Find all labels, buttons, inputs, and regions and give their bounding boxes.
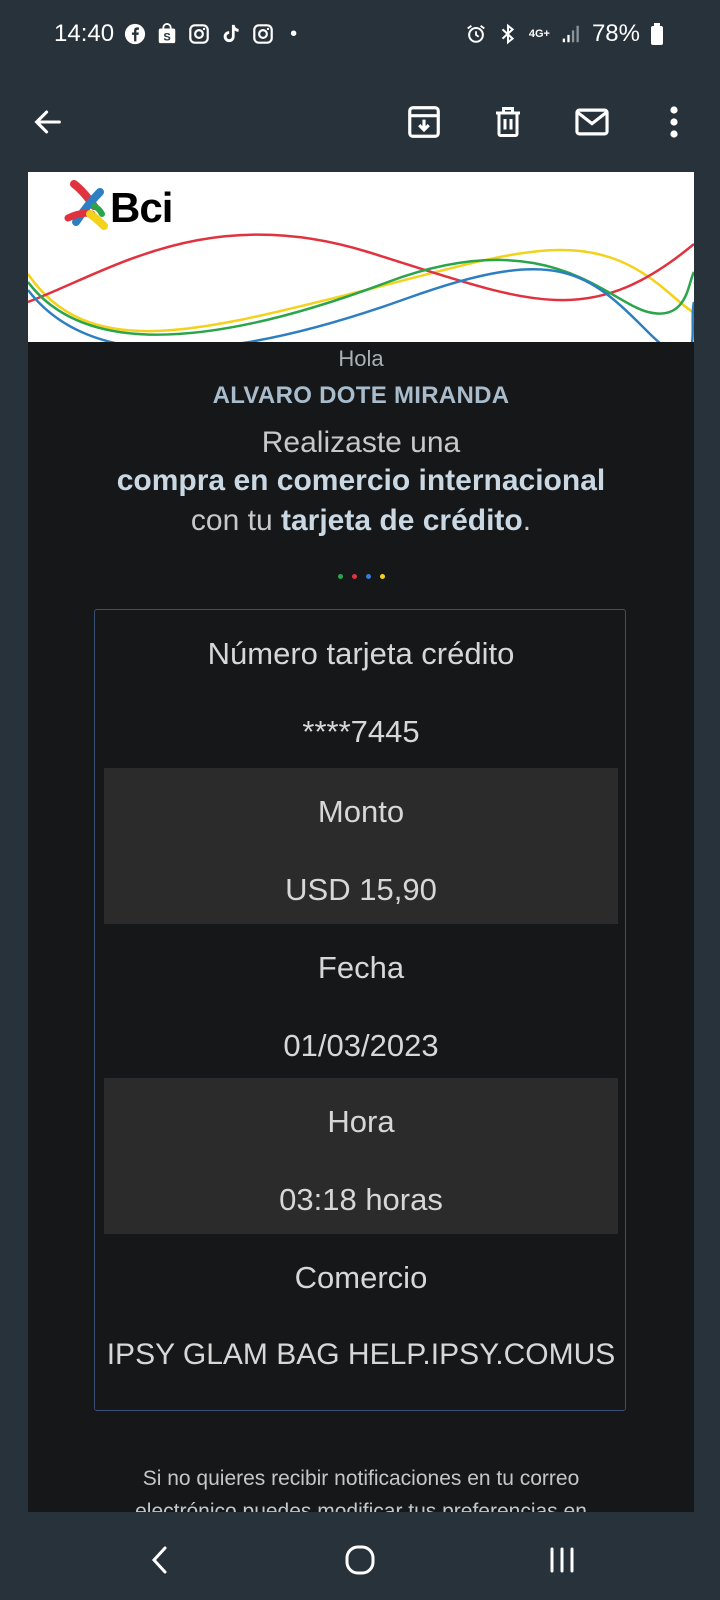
detail-label: Fecha	[317, 950, 405, 985]
footer-text: Si no quieres recibir notificaciones en …	[28, 1462, 694, 1512]
message-line-1: Realizaste una	[261, 426, 461, 459]
nav-back-button[interactable]	[138, 1540, 182, 1580]
dot-yellow	[379, 574, 385, 579]
archive-icon	[408, 106, 440, 138]
nav-recents-button[interactable]	[540, 1540, 584, 1580]
detail-label: Número tarjeta crédito	[207, 636, 515, 671]
detail-value: ****7445	[302, 714, 420, 749]
instagram-icon	[189, 24, 209, 44]
message-line-3-suffix: .	[522, 504, 532, 537]
back-arrow-icon	[34, 110, 61, 134]
detail-row-card-number: Número tarjeta crédito ****7445	[104, 610, 618, 766]
status-bar: 14:40 S • 4G+ 78%	[0, 0, 720, 72]
status-time: 14:40	[54, 20, 115, 47]
bci-banner: Bci	[28, 172, 694, 342]
more-options-button[interactable]	[648, 96, 700, 148]
status-dot: •	[290, 22, 298, 45]
bluetooth-icon	[501, 23, 514, 45]
detail-label: Hora	[327, 1104, 395, 1139]
system-nav-bar	[0, 1516, 720, 1600]
shop-icon: S	[158, 23, 176, 43]
detail-row-merchant: Comercio IPSY GLAM BAG HELP.IPSY.COMUS	[104, 1234, 618, 1390]
dot-green	[337, 574, 343, 579]
detail-value: 03:18 horas	[279, 1182, 443, 1217]
mark-unread-button[interactable]	[566, 96, 618, 148]
nav-home-button[interactable]	[338, 1540, 382, 1580]
recents-icon	[550, 1547, 574, 1573]
detail-value: USD 15,90	[285, 872, 437, 907]
email-toolbar	[0, 72, 720, 172]
signal-icon	[562, 25, 579, 43]
mail-icon	[575, 108, 609, 136]
instagram-icon	[253, 24, 273, 44]
message-line-2: compra en comercio internacional	[116, 464, 606, 497]
color-dots	[28, 574, 694, 579]
archive-button[interactable]	[398, 96, 450, 148]
dot-red	[351, 574, 357, 579]
dot-blue	[365, 574, 371, 579]
detail-value: 01/03/2023	[283, 1028, 439, 1063]
tiktok-icon	[223, 24, 239, 43]
message-line-3-prefix: con tu	[190, 504, 281, 537]
delete-button[interactable]	[482, 96, 534, 148]
message-line-3: con tu tarjeta de crédito.	[28, 504, 694, 538]
alarm-icon	[466, 24, 485, 43]
battery-level: 78%	[591, 20, 640, 47]
delete-icon	[496, 107, 520, 137]
detail-row-time: Hora 03:18 horas	[104, 1078, 618, 1234]
more-vert-icon	[670, 106, 678, 138]
message-line-3-bold: tarjeta de crédito	[280, 504, 523, 537]
back-button[interactable]	[22, 96, 74, 148]
battery-icon	[651, 23, 663, 45]
footer-line-2: electrónico puedes modificar tus prefere…	[135, 1500, 587, 1512]
detail-label: Monto	[317, 794, 405, 829]
transaction-details-card: Número tarjeta crédito ****7445 Monto US…	[94, 609, 626, 1411]
recipient-name: ALVARO DOTE MIRANDA	[212, 382, 510, 409]
email-body: Bci Hola ALVARO DOTE MIRANDA Realizaste …	[28, 172, 694, 1512]
detail-label: Comercio	[294, 1260, 428, 1295]
detail-row-amount: Monto USD 15,90	[104, 768, 618, 924]
status-right: 4G+ 78%	[465, 20, 664, 48]
facebook-icon	[124, 23, 146, 45]
back-icon	[151, 1546, 167, 1574]
home-icon	[345, 1545, 375, 1575]
greeting-hola: Hola	[338, 346, 384, 371]
wave-lines	[28, 233, 694, 342]
detail-row-date: Fecha 01/03/2023	[104, 924, 618, 1080]
status-left: 14:40 S •	[54, 20, 297, 48]
footer-line-1: Si no quieres recibir notificaciones en …	[142, 1467, 580, 1490]
svg-text:S: S	[163, 31, 170, 43]
network-icon: 4G+	[528, 27, 550, 40]
detail-value: IPSY GLAM BAG HELP.IPSY.COMUS	[106, 1338, 616, 1371]
